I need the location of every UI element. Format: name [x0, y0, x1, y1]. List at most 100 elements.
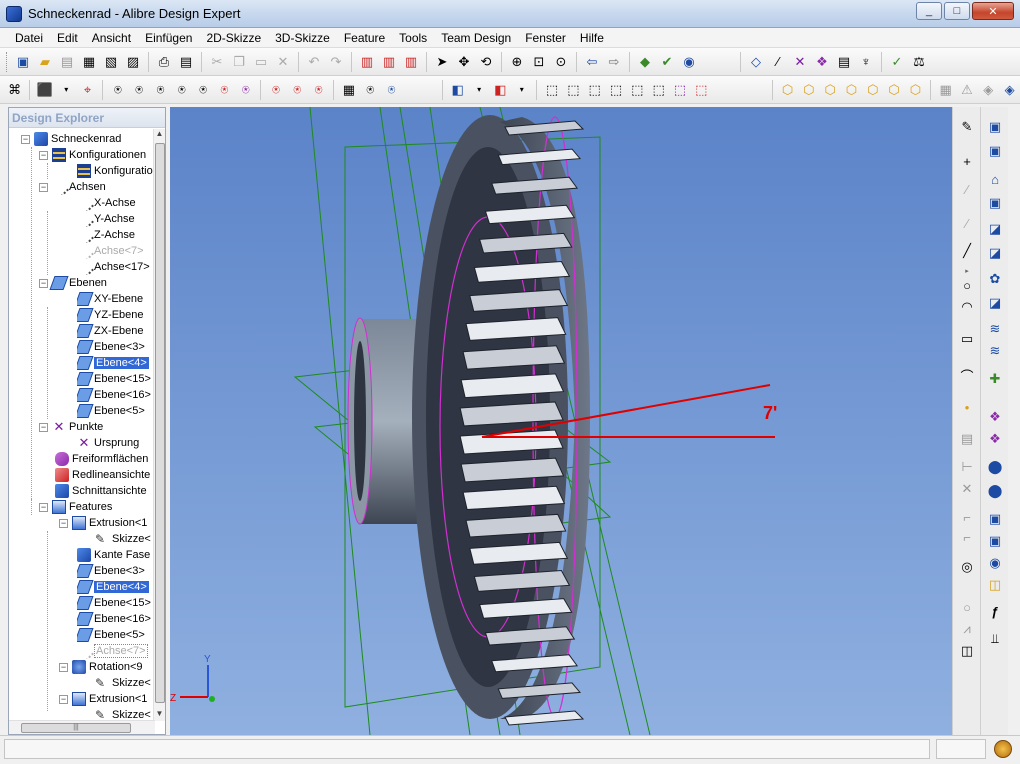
tree-node[interactable]: − Schneckenrad: [21, 131, 121, 147]
select-redline-icon[interactable]: ⬚: [692, 80, 711, 100]
rotate-view-icon[interactable]: ⟲: [476, 52, 496, 72]
extrude-icon[interactable]: ⍟: [108, 80, 127, 100]
fillet-icon[interactable]: ⍟: [266, 80, 285, 100]
tree-node[interactable]: Ebene<3>: [77, 563, 145, 579]
helix-icon[interactable]: ⍟: [193, 80, 212, 100]
trim-icon[interactable]: ⁄: [957, 179, 977, 199]
coil-icon[interactable]: ≋: [985, 341, 1005, 361]
shell-icon[interactable]: ⍟: [309, 80, 328, 100]
tree-node[interactable]: Ebene<5>: [77, 403, 145, 419]
tree-node[interactable]: Konfiguratio: [77, 163, 153, 179]
tree-node[interactable]: Achse<7>: [77, 643, 148, 659]
mirror-line-icon[interactable]: ⩘: [957, 619, 977, 639]
print-icon[interactable]: ⎙: [154, 52, 174, 72]
menu-hilfe[interactable]: Hilfe: [573, 31, 611, 45]
chamfer-feature-icon[interactable]: ◪: [985, 293, 1005, 313]
hole-icon[interactable]: ◉: [985, 553, 1005, 573]
cut-revolve-icon[interactable]: ⍟: [236, 80, 255, 100]
tree-node-selected[interactable]: Ebene<4>: [77, 579, 149, 595]
surface-feature-icon[interactable]: ❖: [985, 407, 1005, 427]
line-icon[interactable]: ╱: [957, 241, 977, 261]
solid-body-icon[interactable]: ⬤: [985, 481, 1005, 501]
tree-node[interactable]: − Ebenen: [39, 275, 107, 291]
check-icon[interactable]: ✔: [657, 52, 677, 72]
show-constraints-icon[interactable]: ⚠: [957, 80, 976, 100]
save-icon[interactable]: ▤: [57, 52, 77, 72]
tree-node[interactable]: Kante Fase: [77, 547, 150, 563]
surface-tool-icon[interactable]: ❖: [812, 52, 832, 72]
display-mode-icon[interactable]: ◧: [448, 80, 467, 100]
corner-icon[interactable]: ⌐: [957, 507, 977, 527]
tree-horizontal-scrollbar[interactable]: |||: [9, 720, 155, 734]
chamfer-icon[interactable]: ⍟: [288, 80, 307, 100]
tree-node[interactable]: − ✕ Punkte: [39, 419, 103, 435]
plane-tool-icon[interactable]: ◇: [746, 52, 766, 72]
menu-tools[interactable]: Tools: [392, 31, 434, 45]
copy-icon[interactable]: ❐: [229, 52, 249, 72]
view-bottom-icon[interactable]: ⬡: [884, 80, 903, 100]
add-point-icon[interactable]: +: [957, 151, 977, 171]
zoom-in-icon[interactable]: ⊕: [507, 52, 527, 72]
menu-einfuegen[interactable]: Einfügen: [138, 31, 199, 45]
fillet-feature-icon[interactable]: ✿: [985, 269, 1005, 289]
cut-icon[interactable]: ✂: [207, 52, 227, 72]
snap-icon[interactable]: ◎: [957, 557, 977, 577]
tree-node-selected[interactable]: Ebene<4>: [77, 355, 149, 371]
menu-edit[interactable]: Edit: [50, 31, 85, 45]
revolve-cut-icon[interactable]: ◪: [985, 243, 1005, 263]
dropdown-arrow-icon[interactable]: ▾: [469, 80, 488, 100]
equation-tool-icon[interactable]: ♆: [856, 52, 876, 72]
surface-edit-icon[interactable]: ❖: [985, 429, 1005, 449]
rectangle-icon[interactable]: ▭: [957, 329, 977, 349]
zoom-fit-icon[interactable]: ⊙: [551, 52, 571, 72]
grid-toggle-icon[interactable]: ▤: [957, 429, 977, 449]
tree-vertical-scrollbar[interactable]: ▲ ▼: [153, 129, 165, 721]
sketch-activate-icon[interactable]: ✎: [957, 117, 977, 137]
scroll-thumb[interactable]: [155, 143, 165, 703]
thread-icon[interactable]: ≋: [985, 319, 1005, 339]
maximize-button[interactable]: □: [944, 2, 970, 20]
solid-body-icon[interactable]: ⬤: [985, 457, 1005, 477]
tree-node[interactable]: ✕ Ursprung: [77, 435, 140, 451]
tree-node[interactable]: ✎ Skizze<: [95, 675, 151, 691]
menu-datei[interactable]: Datei: [8, 31, 50, 45]
tree-node[interactable]: Ebene<15>: [77, 371, 151, 387]
tree-node[interactable]: Ebene<16>: [77, 387, 151, 403]
print-preview-icon[interactable]: ▤: [176, 52, 196, 72]
mirror-icon[interactable]: ⍟: [361, 80, 380, 100]
paste-icon[interactable]: ▭: [251, 52, 271, 72]
select-arrow-icon[interactable]: ➤: [432, 52, 452, 72]
dimension-icon[interactable]: ⊢: [957, 457, 977, 477]
menu-fenster[interactable]: Fenster: [518, 31, 573, 45]
view-cube-icon[interactable]: ⬛: [35, 80, 54, 100]
model-canvas[interactable]: 7' Y Z: [170, 107, 952, 735]
select-edge-icon[interactable]: ⬚: [564, 80, 583, 100]
pattern-feature-icon[interactable]: ◫: [985, 575, 1005, 595]
tree-node[interactable]: Z-Achse: [77, 227, 135, 243]
section-view-icon[interactable]: ◧: [491, 80, 510, 100]
arc-icon[interactable]: ◠: [957, 297, 977, 317]
pdf-publish-icon[interactable]: ▥: [379, 52, 399, 72]
forward-arrow-icon[interactable]: ⇨: [604, 52, 624, 72]
tree-node[interactable]: − Extrusion<1: [59, 691, 147, 707]
spline-icon[interactable]: ⁄: [957, 213, 977, 233]
tree-node[interactable]: X-Achse: [77, 195, 136, 211]
close-button[interactable]: ✕: [972, 2, 1014, 20]
back-arrow-icon[interactable]: ⇦: [582, 52, 602, 72]
cut-extrude-icon[interactable]: ⍟: [215, 80, 234, 100]
scroll-down-icon[interactable]: ▼: [154, 709, 165, 721]
new-icon[interactable]: ▣: [13, 52, 33, 72]
menu-2d-skizze[interactable]: 2D-Skizze: [199, 31, 268, 45]
toolbar-grip[interactable]: [6, 51, 9, 72]
3d-viewport[interactable]: 7' Y Z: [170, 107, 952, 735]
point-tool-icon[interactable]: ✕: [790, 52, 810, 72]
render-icon[interactable]: ◉: [679, 52, 699, 72]
show-planes-icon[interactable]: ◈: [979, 80, 998, 100]
model-view-icon[interactable]: ⌘: [5, 80, 24, 100]
select-face-icon[interactable]: ⬚: [542, 80, 561, 100]
clipboard-icon[interactable]: ▧: [101, 52, 121, 72]
tree-node[interactable]: − Extrusion<1: [59, 515, 147, 531]
select-point-icon[interactable]: ⬚: [670, 80, 689, 100]
show-sketches-icon[interactable]: ◈: [1000, 80, 1019, 100]
menu-3d-skizze[interactable]: 3D-Skizze: [268, 31, 337, 45]
